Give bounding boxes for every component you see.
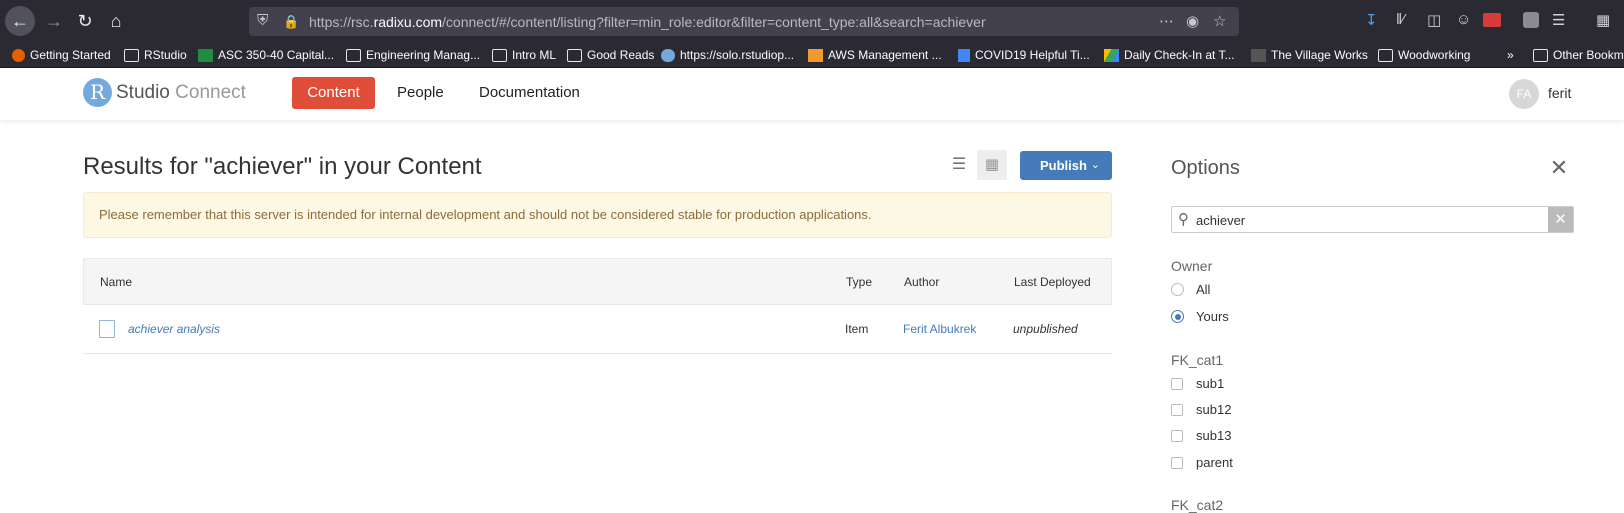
extension-icon[interactable]: ▦ [1596,11,1610,29]
checkbox[interactable] [1171,456,1183,469]
logo-text[interactable]: Studio Connect [116,82,246,104]
username[interactable]: ferit [1548,85,1571,101]
list-view-icon[interactable]: ☰ [944,150,974,180]
close-icon[interactable]: ✕ [1548,155,1570,181]
bookmark-item[interactable]: Other Bookm [1533,46,1624,64]
pocket-icon[interactable]: ◉ [1186,12,1199,30]
search-input[interactable] [1196,211,1536,229]
bookmarks-bar: Getting Started RStudio ASC 350-40 Capit… [0,42,1624,68]
folder-icon [1533,48,1548,62]
bookmark-item[interactable]: COVID19 Helpful Ti... [958,46,1090,64]
category-label: FK_cat2 [1171,497,1224,513]
bookmark-item[interactable]: Intro ML [492,46,556,64]
category-option[interactable]: sub12 [1171,402,1231,417]
browser-toolbar: ← → ↻ ⌂ ⛨ 🔒 https://rsc.radixu.com/conne… [0,0,1624,42]
bookmark-item[interactable]: The Village Works [1251,46,1368,64]
bookmark-item[interactable]: ASC 350-40 Capital... [198,46,334,64]
folder-icon [1378,48,1393,62]
nav-documentation[interactable]: Documentation [479,77,580,109]
folder-icon [492,48,507,62]
forward-icon[interactable]: → [39,6,69,36]
category-option[interactable]: parent [1171,455,1233,470]
server-warning-alert: Please remember that this server is inte… [83,192,1112,238]
category-label: FK_cat1 [1171,352,1224,368]
table-header: Name Type Author Last Deployed [83,258,1112,305]
sidebar-icon[interactable]: ◫ [1427,11,1441,29]
publish-button[interactable]: Publish ⌄ [1020,151,1112,180]
folder-icon [346,48,361,62]
aws-icon [808,48,823,62]
extension-icon[interactable] [1523,12,1539,28]
options-title: Options [1171,157,1240,179]
category-option[interactable]: sub1 [1171,376,1224,391]
tvw-icon [1251,48,1266,62]
star-icon[interactable]: ☆ [1213,12,1226,30]
reload-icon[interactable]: ↻ [70,6,100,36]
nav-content[interactable]: Content [292,77,375,109]
search-box: ⚲ ✕ [1171,206,1574,233]
grid-view-icon[interactable]: ▦ [977,150,1007,180]
bookmark-item[interactable]: Getting Started [12,46,111,64]
radio-button[interactable] [1171,310,1184,323]
bookmark-item[interactable]: https://solo.rstudiop... [661,46,794,64]
clear-search-icon[interactable]: ✕ [1548,207,1573,232]
bookmark-item[interactable]: Daily Check-In at T... [1104,46,1234,64]
download-icon[interactable]: ↧ [1365,11,1378,29]
table-row[interactable]: achiever analysis Item Ferit Albukrek un… [83,305,1112,354]
document-icon [99,320,115,338]
owner-option-yours[interactable]: Yours [1171,309,1229,324]
checkbox[interactable] [1171,429,1183,442]
chevron-down-icon: ⌄ [1090,159,1100,171]
column-header-name[interactable]: Name [100,275,132,289]
drive-icon [1104,48,1119,62]
bookmark-item[interactable]: AWS Management ... [808,46,942,64]
folder-icon [124,48,139,62]
shield-icon[interactable]: ⛨ [257,12,268,29]
bookmark-item[interactable]: Engineering Manag... [346,46,480,64]
checkbox[interactable] [1171,403,1183,416]
extension-icon[interactable] [1483,13,1501,27]
column-header-type[interactable]: Type [846,275,872,289]
app-header: R Studio Connect Content People Document… [0,68,1624,120]
extension-icon[interactable]: ☰ [1552,11,1565,29]
content-type: Item [845,322,869,336]
last-deployed: unpublished [1013,322,1078,336]
author-link[interactable]: Ferit Albukrek [903,322,976,336]
account-icon[interactable]: ☺ [1456,11,1471,28]
library-icon[interactable]: ‖⁄ [1396,11,1405,28]
url-bar[interactable]: ⛨ 🔒 https://rsc.radixu.com/connect/#/con… [249,7,1239,36]
content-name-link[interactable]: achiever analysis [128,322,220,336]
firefox-icon [12,48,25,62]
back-icon[interactable]: ← [5,6,35,36]
checkbox[interactable] [1171,377,1183,390]
folder-icon [567,48,582,62]
docs-icon [958,48,970,62]
search-icon: ⚲ [1178,211,1189,228]
category-option[interactable]: sub13 [1171,428,1231,443]
sheets-icon [198,48,213,62]
page-title: Results for "achiever" in your Content [83,153,482,180]
url-text: https://rsc.radixu.com/connect/#/content… [309,14,986,30]
owner-label: Owner [1171,258,1213,274]
owner-option-all[interactable]: All [1171,282,1210,297]
nav-people[interactable]: People [397,77,444,109]
rstudio-logo-icon[interactable]: R [83,78,112,107]
chevron-right-icon[interactable]: » [1507,46,1514,64]
home-icon[interactable]: ⌂ [101,6,131,36]
more-icon[interactable]: ⋯ [1159,12,1174,30]
bookmark-item[interactable]: RStudio [124,46,187,64]
column-header-last-deployed[interactable]: Last Deployed [1014,275,1091,289]
rstudio-icon [661,48,675,62]
radio-button[interactable] [1171,283,1184,296]
bookmark-item[interactable]: Woodworking [1378,46,1470,64]
bookmark-item[interactable]: Good Reads [567,46,654,64]
avatar[interactable]: FA [1509,79,1539,109]
lock-icon[interactable]: 🔒 [283,14,299,30]
column-header-author[interactable]: Author [904,275,939,289]
